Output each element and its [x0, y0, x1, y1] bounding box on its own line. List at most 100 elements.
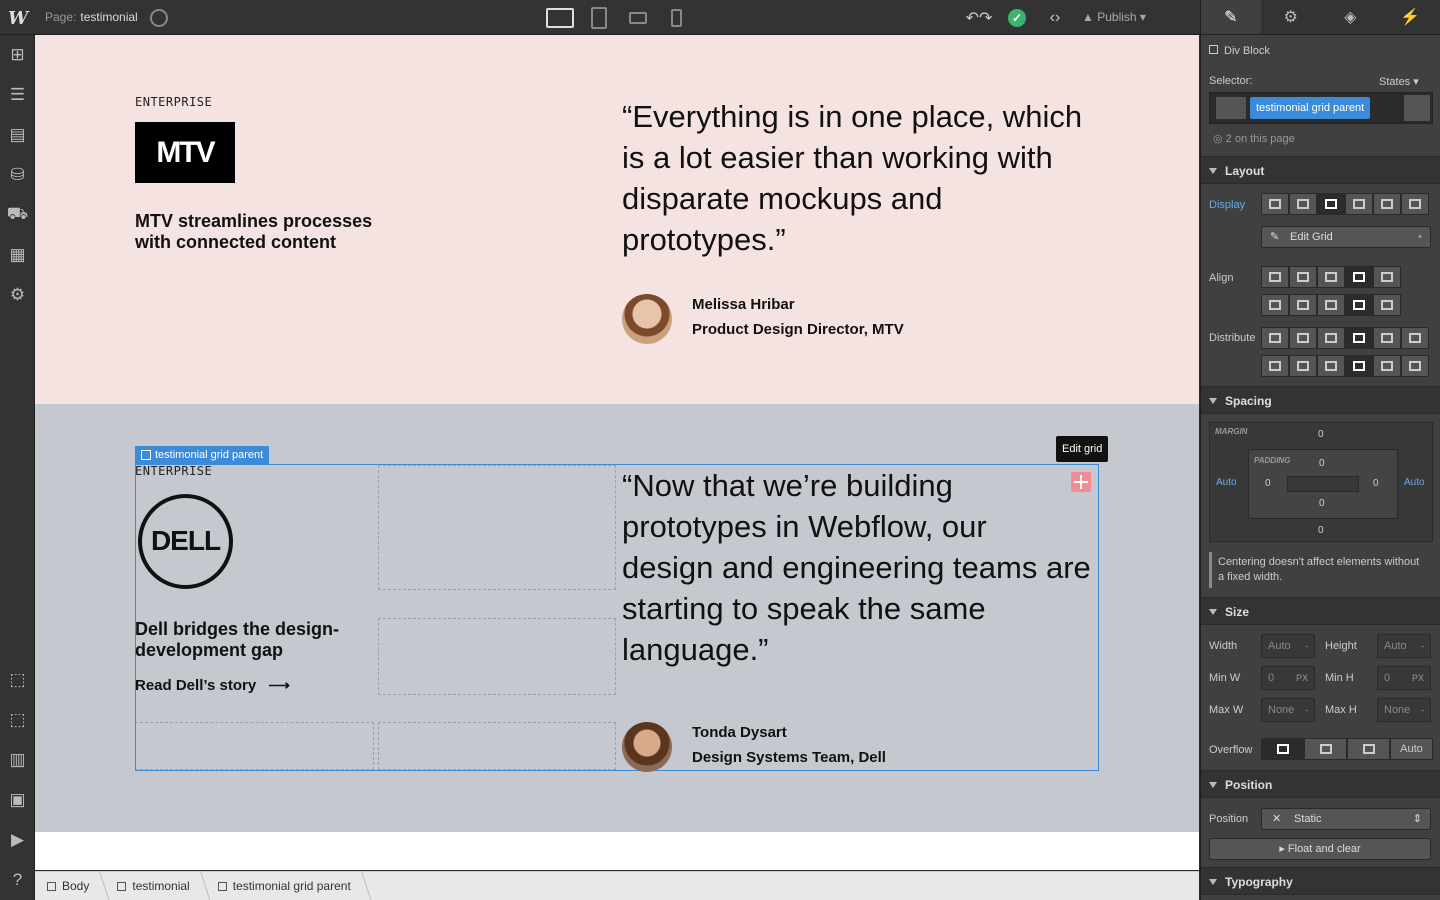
selector-menu-icon[interactable] — [1404, 95, 1430, 121]
padding-bottom-value[interactable]: 0 — [1319, 498, 1325, 509]
distribute-button[interactable] — [1289, 355, 1317, 377]
preview-eye-icon[interactable] — [150, 9, 168, 27]
overflow-scroll-button[interactable] — [1347, 738, 1390, 760]
cms-icon[interactable]: ⛁ — [0, 155, 35, 195]
margin-box[interactable]: MARGIN 0 0 Auto Auto PADDING 0 0 0 0 — [1209, 422, 1433, 542]
interactions-tab-bolt-icon[interactable]: ⚡ — [1380, 0, 1440, 34]
max-width-field[interactable]: None - — [1261, 698, 1315, 722]
ecommerce-icon[interactable]: ⛟ — [0, 195, 35, 235]
tablet-view-button[interactable] — [579, 0, 618, 35]
width-field[interactable]: Auto - — [1261, 634, 1315, 658]
max-height-field[interactable]: None - — [1377, 698, 1431, 722]
justify-baseline-button[interactable] — [1373, 294, 1401, 316]
help-icon[interactable]: ? — [0, 860, 35, 900]
selector-class-chip[interactable]: testimonial grid parent — [1250, 97, 1371, 119]
distribute-button[interactable] — [1345, 327, 1373, 349]
distribute-button[interactable] — [1345, 355, 1373, 377]
display-flex-button[interactable] — [1289, 193, 1317, 215]
align-icon — [1381, 300, 1393, 310]
justify-center-button[interactable] — [1289, 294, 1317, 316]
overflow-hidden-button[interactable] — [1304, 738, 1347, 760]
audit-icon[interactable]: ▣ — [0, 780, 35, 820]
distribute-button[interactable] — [1373, 355, 1401, 377]
justify-start-button[interactable] — [1261, 294, 1289, 316]
padding-box[interactable]: PADDING 0 0 0 0 — [1248, 449, 1398, 519]
style-tab-brush-icon[interactable]: ✎ — [1201, 0, 1261, 34]
align-baseline-button[interactable] — [1373, 266, 1401, 288]
distribute-button[interactable] — [1373, 327, 1401, 349]
person-role: Product Design Director, MTV — [692, 321, 904, 338]
video-tutorials-icon[interactable]: ▶ — [0, 820, 35, 860]
align-end-button[interactable] — [1317, 266, 1345, 288]
layout-section-header[interactable]: Layout — [1201, 156, 1440, 184]
padding-right-value[interactable]: 0 — [1373, 478, 1379, 489]
top-bar-actions: ↶↷ ✓ ‹› ▲ Publish ▾ — [960, 0, 1160, 35]
margin-left-value[interactable]: Auto — [1216, 477, 1237, 488]
distribute-button[interactable] — [1401, 327, 1429, 349]
navigator-icon[interactable]: ☰ — [0, 75, 35, 115]
code-export-icon[interactable]: ‹› — [1036, 0, 1074, 35]
breadcrumb-item-body[interactable]: Body — [35, 872, 105, 900]
pages-icon[interactable]: ▤ — [0, 115, 35, 155]
edit-grid-icon[interactable] — [1071, 472, 1091, 492]
padding-top-value[interactable]: 0 — [1319, 458, 1325, 469]
desktop-view-button[interactable] — [540, 0, 579, 35]
publish-button[interactable]: ▲ Publish ▾ — [1074, 0, 1160, 35]
states-dropdown[interactable]: States ▾ — [1379, 75, 1419, 88]
design-canvas[interactable]: ENTERPRISE MTV MTV streamlines processes… — [35, 35, 1199, 870]
selection-tag[interactable]: testimonial grid parent — [135, 446, 270, 464]
overflow-visible-button[interactable] — [1261, 738, 1304, 760]
min-width-field[interactable]: 0 PX — [1261, 666, 1315, 690]
mobile-portrait-icon — [671, 8, 682, 27]
read-story-link[interactable]: Read Dell’s story ⟶ — [135, 676, 290, 694]
mobile-portrait-button[interactable] — [657, 0, 696, 35]
distribute-button[interactable] — [1261, 355, 1289, 377]
justify-stretch-button[interactable] — [1345, 294, 1373, 316]
display-block-button[interactable] — [1261, 193, 1289, 215]
display-grid-button[interactable] — [1317, 193, 1345, 215]
margin-right-value[interactable]: Auto — [1404, 477, 1425, 488]
overflow-auto-button[interactable]: Auto — [1390, 738, 1433, 760]
min-height-field[interactable]: 0 PX — [1377, 666, 1431, 690]
page-selector[interactable]: Page: testimonial — [35, 0, 138, 35]
distribute-button[interactable] — [1289, 327, 1317, 349]
spacing-section-header[interactable]: Spacing — [1201, 386, 1440, 414]
margin-bottom-value[interactable]: 0 — [1318, 525, 1324, 536]
typography-section-header[interactable]: Typography — [1201, 867, 1440, 895]
distribute-button[interactable] — [1317, 327, 1345, 349]
testimonial-section-mtv[interactable]: ENTERPRISE MTV MTV streamlines processes… — [35, 35, 1199, 404]
xray-icon[interactable]: ⬚ — [0, 700, 35, 740]
selector-field[interactable]: testimonial grid parent — [1209, 92, 1433, 124]
margin-top-value[interactable]: 0 — [1318, 429, 1324, 440]
undo-redo-icon[interactable]: ↶↷ — [960, 0, 998, 35]
height-field[interactable]: Auto - — [1377, 634, 1431, 658]
webflow-logo[interactable]: W — [8, 8, 28, 29]
settings-tab-gear-icon[interactable]: ⚙ — [1261, 0, 1321, 34]
justify-end-button[interactable] — [1317, 294, 1345, 316]
align-center-button[interactable] — [1289, 266, 1317, 288]
position-section-header[interactable]: Position — [1201, 770, 1440, 798]
edit-grid-button[interactable]: ✎ Edit Grid • — [1261, 226, 1431, 248]
assets-icon[interactable]: ▦ — [0, 235, 35, 275]
breadcrumb-item-testimonial[interactable]: testimonial — [105, 872, 205, 900]
story-title-line: Dell bridges the design- — [135, 619, 340, 639]
float-and-clear-button[interactable]: ▸ Float and clear — [1209, 838, 1431, 860]
style-manager-tab-icon[interactable]: ◈ — [1321, 0, 1381, 34]
settings-icon[interactable]: ⚙ — [0, 275, 35, 315]
add-panel-icon[interactable]: ⊞ — [0, 35, 35, 75]
distribute-button[interactable] — [1261, 327, 1289, 349]
display-inline-button[interactable] — [1373, 193, 1401, 215]
position-select[interactable]: ✕ Static ⇕ — [1261, 808, 1431, 830]
breadcrumb-item-grid-parent[interactable]: testimonial grid parent — [206, 872, 367, 900]
padding-left-value[interactable]: 0 — [1265, 478, 1271, 489]
size-section-header[interactable]: Size — [1201, 597, 1440, 625]
distribute-button[interactable] — [1317, 355, 1345, 377]
distribute-button[interactable] — [1401, 355, 1429, 377]
display-none-button[interactable] — [1401, 193, 1429, 215]
select-tool-icon[interactable]: ⬚ — [0, 660, 35, 700]
display-inline-block-button[interactable] — [1345, 193, 1373, 215]
grid-overlay-icon[interactable]: ▥ — [0, 740, 35, 780]
align-start-button[interactable] — [1261, 266, 1289, 288]
align-stretch-button[interactable] — [1345, 266, 1373, 288]
mobile-landscape-button[interactable] — [618, 0, 657, 35]
